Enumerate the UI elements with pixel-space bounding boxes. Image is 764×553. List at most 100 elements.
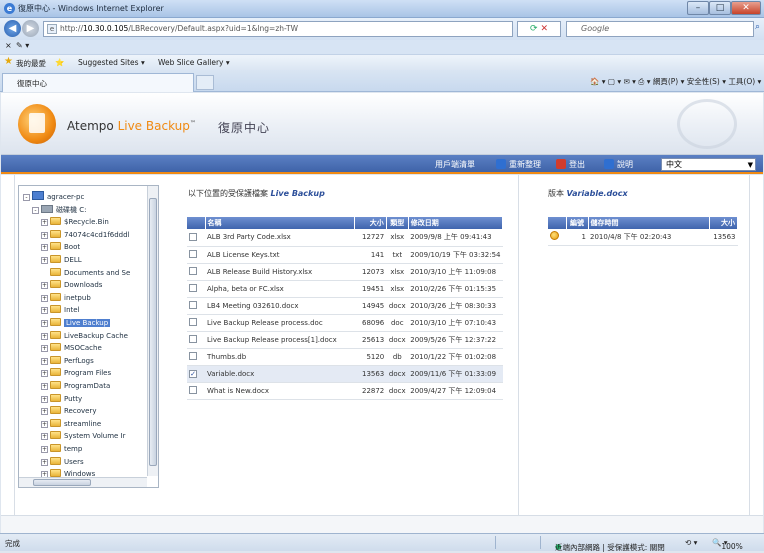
tab-recovery-center[interactable]: 復原中心 [2,73,194,92]
version-row[interactable]: 1 2010/4/8 下午 02:20:43 13563 [548,229,738,246]
expand-icon[interactable]: + [41,294,48,302]
web-slice-gallery-link[interactable]: Web Slice Gallery ▾ [158,58,230,67]
file-row[interactable]: ALB 3rd Party Code.xlsx 12727 xlsx 2009/9/8… [187,229,503,247]
address-bar[interactable]: e http://10.30.0.105/LBRecovery/Default.… [43,21,513,37]
column-size[interactable]: 大小 [354,217,387,229]
refresh-button[interactable]: 重新整理 [496,159,541,170]
file-checkbox[interactable] [189,386,197,394]
help-button[interactable]: 說明 [604,159,633,170]
tree-item[interactable]: + MSOCache [41,342,102,354]
tree-item[interactable]: + Program Files [41,367,111,379]
expand-icon[interactable]: + [41,395,48,403]
expand-icon[interactable]: + [41,244,48,252]
tree-item[interactable]: + Live Backup [41,317,111,329]
suggested-sites-link[interactable]: Suggested Sites ▾ [78,58,145,67]
tree-item[interactable]: + Downloads [41,279,102,291]
expand-icon[interactable]: + [41,257,48,264]
file-row[interactable]: ✓ Variable.docx 13563 docx 2009/11/6 下午 01:3… [187,365,503,383]
tree-item[interactable]: + $Recycle.Bin [41,216,109,228]
command-bar[interactable]: 🏠 ▾ ▢ ▾ ✉ ▾ ⎙ ▾ 網頁(P) ▾ 安全性(S) ▾ 工具(O) ▾… [590,76,764,87]
expand-icon[interactable]: + [41,219,48,227]
file-checkbox[interactable] [189,284,197,292]
file-checkbox[interactable] [189,335,197,343]
tree-item[interactable]: + streamline [41,418,101,430]
expand-icon[interactable]: + [41,408,48,416]
column-number[interactable]: 編號 [566,217,589,229]
new-tab-button[interactable] [196,75,214,90]
file-checkbox[interactable] [189,352,197,360]
tree-item[interactable]: + temp [41,443,82,455]
file-row[interactable]: ALB Release Build History.xlsx 12073 xlsx 2… [187,263,503,281]
file-row[interactable]: LB4 Meeting 032610.docx 14945 docx 2010/3/2… [187,297,503,315]
forward-icon[interactable]: ▶ [22,20,39,37]
expand-icon[interactable]: + [41,282,48,290]
tree-item[interactable]: + Recovery [41,405,96,417]
file-checkbox[interactable] [189,232,197,241]
tree-item[interactable]: +74074c4cd1f6dddl [41,229,130,241]
tree-item[interactable]: + DELL [41,254,82,266]
minimize-button[interactable]: – [687,1,709,15]
scrollbar-thumb[interactable] [149,198,157,466]
scrollbar-thumb[interactable] [33,479,91,486]
expand-icon[interactable]: + [41,357,48,365]
expand-icon[interactable]: + [41,458,48,466]
column-version-size[interactable]: 大小 [709,217,738,229]
back-icon[interactable]: ◀ [4,20,21,37]
refresh-stop-control[interactable]: ⟳ ✕ [517,21,561,37]
file-checkbox[interactable] [189,250,197,258]
tree-item[interactable]: + ProgramData [41,380,110,392]
tree-vertical-scrollbar[interactable] [147,186,158,476]
favorites-label[interactable]: 我的最愛 [16,58,46,69]
tree-item[interactable]: Documents and Se [41,267,130,279]
tree-item[interactable]: + LiveBackup Cache [41,330,128,342]
tree-item[interactable]: - agracer-pc [23,191,84,203]
expand-icon[interactable]: + [41,420,48,428]
column-type[interactable]: 類型 [386,217,409,229]
zoom-control[interactable]: 🔍 100% ▾ [712,538,743,551]
tree-item[interactable]: + Boot [41,241,80,253]
search-input[interactable]: Google [566,21,754,37]
logout-button[interactable]: 登出 [556,159,585,170]
tree-horizontal-scrollbar[interactable] [19,477,147,487]
expand-icon[interactable]: + [41,433,48,441]
file-row[interactable]: Live Backup Release process[1].docx 25613… [187,331,503,349]
expand-icon[interactable]: + [41,446,48,453]
refresh-icon[interactable]: ⟳ [530,24,538,34]
column-save-time[interactable]: 儲存時間 [588,217,710,229]
client-list-link[interactable]: 用戶端清單 [435,159,475,170]
tree-item[interactable]: + inetpub [41,292,91,304]
convert-icon[interactable]: ✎ ▾ [16,41,29,50]
file-row[interactable]: Live Backup Release process.doc 68096 doc 2… [187,314,503,332]
close-button[interactable]: ✕ [731,1,761,15]
expand-icon[interactable]: + [41,332,48,340]
expand-icon[interactable]: + [41,320,48,327]
file-row[interactable]: Alpha, beta or FC.xlsx 19451 xlsx 2010/2/26… [187,280,503,298]
expand-icon[interactable]: + [41,231,48,239]
tree-item[interactable]: + Users [41,456,84,468]
tree-item[interactable]: - 磁碟機 C: [32,204,86,216]
maximize-button[interactable]: □ [709,1,731,15]
collapse-icon[interactable]: - [23,194,30,201]
expand-icon[interactable]: + [41,383,48,390]
stop-icon[interactable]: ✕ [540,24,548,34]
column-name[interactable]: 名稱 [205,217,355,229]
collapse-icon[interactable]: - [32,206,39,214]
tree-item[interactable]: + PerfLogs [41,355,94,367]
file-checkbox[interactable] [189,301,197,309]
file-row[interactable]: ALB License Keys.txt 141 txt 2009/10/19 下午 … [187,246,503,264]
file-row[interactable]: Thumbs.db 5120 db 2010/1/22 下午 01:02:08 [187,348,503,366]
file-checkbox[interactable] [189,318,197,326]
close-x-icon[interactable]: × [5,41,12,50]
version-icon[interactable] [550,231,559,241]
file-row[interactable]: What is New.docx 22872 docx 2009/4/27 下午 12… [187,382,503,400]
tree-item[interactable]: + System Volume Ir [41,430,126,442]
tree-item[interactable]: + Putty [41,393,82,405]
search-icon[interactable]: ⌕ [755,22,760,32]
language-select[interactable]: 中文 ▼ [661,158,756,171]
add-favorites-icon[interactable]: ⭐ [55,58,64,67]
file-checkbox[interactable] [189,267,197,275]
column-date[interactable]: 修改日期 [408,217,504,229]
protected-mode-icon[interactable]: ⟲ ▾ [685,538,697,547]
expand-icon[interactable]: + [41,345,48,353]
expand-icon[interactable]: + [41,307,48,315]
